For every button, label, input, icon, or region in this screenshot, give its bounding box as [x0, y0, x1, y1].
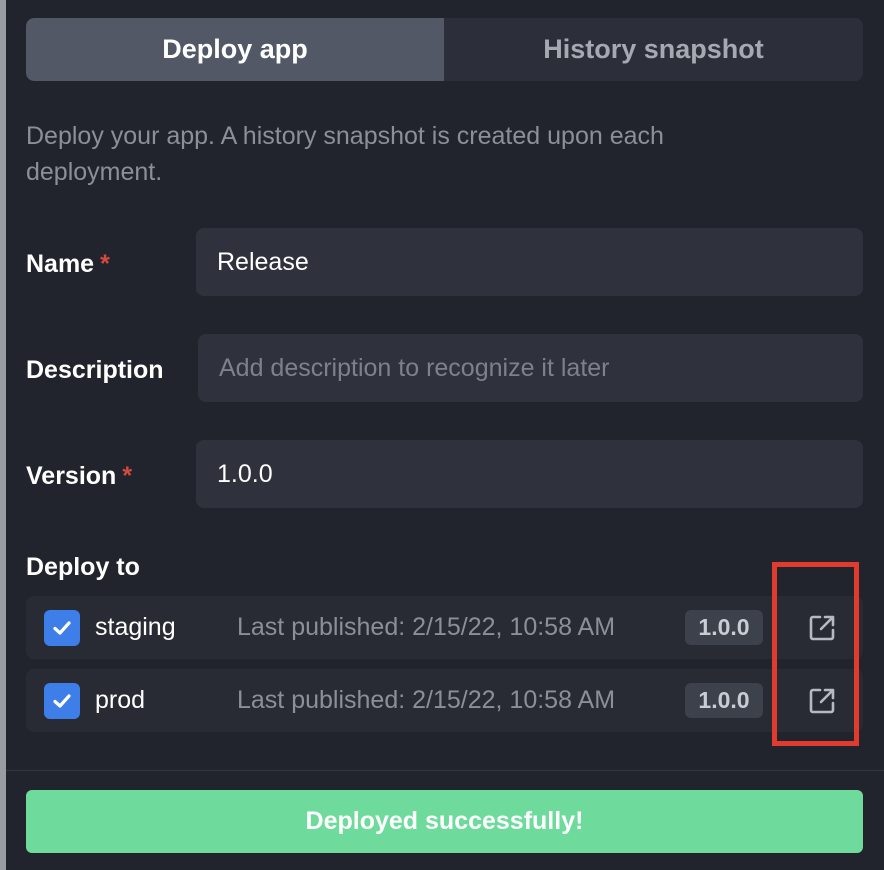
- deploy-panel: Deploy app History snapshot Deploy your …: [6, 0, 884, 870]
- deploy-status-button[interactable]: Deployed successfully!: [26, 790, 863, 853]
- intro-text: Deploy your app. A history snapshot is c…: [26, 122, 664, 186]
- required-marker: *: [122, 462, 133, 490]
- version-badge: 1.0.0: [685, 610, 763, 645]
- environment-row-staging: staging Last published: 2/15/22, 10:58 A…: [26, 596, 863, 659]
- external-link-icon[interactable]: [806, 685, 838, 717]
- environment-row-prod: prod Last published: 2/15/22, 10:58 AM 1…: [26, 669, 863, 732]
- description-label: Description: [26, 356, 164, 384]
- tab-bar: Deploy app History snapshot: [26, 18, 863, 81]
- footer-divider: [6, 770, 884, 771]
- description-input[interactable]: Add description to recognize it later: [198, 334, 863, 402]
- environment-name: staging: [95, 613, 176, 641]
- version-badge: 1.0.0: [685, 683, 763, 718]
- check-icon: [53, 694, 71, 708]
- last-published-text: Last published: 2/15/22, 10:58 AM: [237, 686, 616, 714]
- version-label-text: Version: [26, 462, 117, 490]
- version-label: Version *: [26, 462, 132, 491]
- name-label: Name *: [26, 250, 110, 279]
- required-marker: *: [100, 250, 110, 278]
- prod-checkbox[interactable]: [44, 683, 80, 719]
- staging-checkbox[interactable]: [44, 610, 80, 646]
- environment-name: prod: [95, 686, 146, 714]
- check-icon: [53, 621, 71, 635]
- name-input[interactable]: Release: [196, 228, 863, 296]
- tab-history-snapshot[interactable]: History snapshot: [444, 18, 863, 81]
- tab-deploy-app[interactable]: Deploy app: [26, 18, 444, 81]
- name-label-text: Name: [26, 250, 95, 278]
- last-published-text: Last published: 2/15/22, 10:58 AM: [237, 613, 616, 641]
- version-input[interactable]: 1.0.0: [196, 440, 863, 508]
- external-link-icon[interactable]: [806, 612, 838, 644]
- deploy-to-title: Deploy to: [26, 553, 140, 581]
